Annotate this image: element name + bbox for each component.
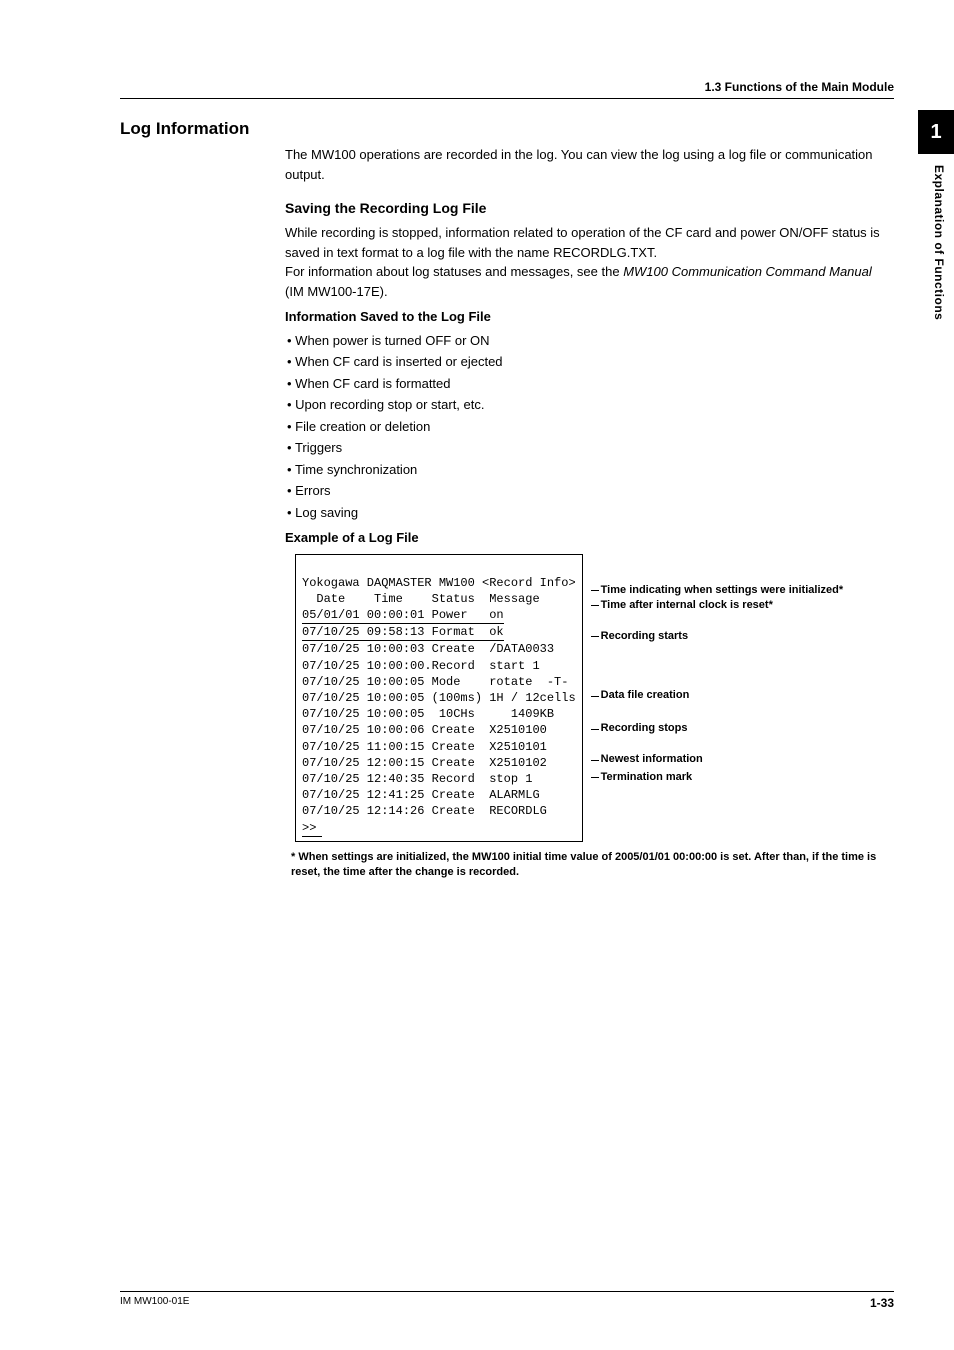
log-line: 07/10/25 11:00:15 Create X2510101: [302, 740, 547, 754]
saving-p1: While recording is stopped, information …: [285, 223, 894, 262]
list-item: When CF card is formatted: [287, 374, 894, 394]
annotation: Time after internal clock is reset*: [591, 599, 843, 612]
chapter-tab: 1: [918, 110, 954, 154]
saving-p2-italic: MW100 Communication Command Manual: [623, 264, 872, 279]
subheading-saving: Saving the Recording Log File: [285, 198, 894, 219]
annotation: Termination mark: [591, 771, 843, 784]
annotation: Data file creation: [591, 689, 843, 702]
list-item: Time synchronization: [287, 460, 894, 480]
annotation: Recording starts: [591, 630, 843, 643]
log-line: Yokogawa DAQMASTER MW100 <Record Info>: [302, 576, 576, 590]
footer-page-number: 1-33: [870, 1296, 894, 1310]
info-saved-list: When power is turned OFF or ON When CF c…: [285, 331, 894, 523]
header-rule: [120, 98, 894, 99]
chapter-side-label: Explanation of Functions: [932, 165, 946, 320]
annotation: Newest information: [591, 753, 843, 766]
list-item: Upon recording stop or start, etc.: [287, 395, 894, 415]
log-line: 07/10/25 10:00:00.Record start 1: [302, 659, 540, 673]
saving-p2a: For information about log statuses and m…: [285, 264, 623, 279]
annotations: Time indicating when settings were initi…: [591, 554, 843, 784]
log-line: 07/10/25 10:00:05 10CHs 1409KB: [302, 707, 554, 721]
footer: IM MW100-01E 1-33: [120, 1291, 894, 1310]
log-line: 07/10/25 09:58:13 Format ok: [302, 624, 504, 641]
footer-doc-id: IM MW100-01E: [120, 1296, 189, 1310]
log-line: 07/10/25 10:00:05 (100ms) 1H / 12cells: [302, 691, 576, 705]
log-line: 07/10/25 10:00:05 Mode rotate -T-: [302, 675, 568, 689]
annotation: Time indicating when settings were initi…: [591, 584, 843, 597]
log-line: 07/10/25 12:41:25 Create ALARMLG: [302, 788, 540, 802]
saving-p2b: (IM MW100-17E).: [285, 284, 388, 299]
log-line: 05/01/01 00:00:01 Power on: [302, 607, 504, 624]
log-file-box: Yokogawa DAQMASTER MW100 <Record Info> D…: [295, 554, 583, 842]
subheading-infosaved: Information Saved to the Log File: [285, 307, 894, 327]
header-breadcrumb: 1.3 Functions of the Main Module: [120, 80, 894, 94]
list-item: When CF card is inserted or ejected: [287, 352, 894, 372]
intro-paragraph: The MW100 operations are recorded in the…: [285, 145, 894, 184]
log-line: 07/10/25 10:00:06 Create X2510100: [302, 723, 547, 737]
list-item: When power is turned OFF or ON: [287, 331, 894, 351]
log-line: Date Time Status Message: [302, 592, 540, 606]
list-item: Errors: [287, 481, 894, 501]
list-item: Triggers: [287, 438, 894, 458]
log-line: 07/10/25 12:14:26 Create RECORDLG: [302, 804, 547, 818]
log-line: 07/10/25 12:40:35 Record stop 1: [302, 772, 532, 786]
log-line: 07/10/25 12:00:15 Create X2510102: [302, 756, 547, 770]
footnote: * When settings are initialized, the MW1…: [291, 850, 894, 881]
log-line: 07/10/25 10:00:03 Create /DATA0033: [302, 642, 554, 656]
section-title: Log Information: [120, 119, 285, 139]
subheading-example: Example of a Log File: [285, 528, 894, 548]
saving-p2: For information about log statuses and m…: [285, 262, 894, 301]
list-item: Log saving: [287, 503, 894, 523]
log-line: >>: [302, 820, 322, 837]
annotation: Recording stops: [591, 722, 843, 735]
list-item: File creation or deletion: [287, 417, 894, 437]
